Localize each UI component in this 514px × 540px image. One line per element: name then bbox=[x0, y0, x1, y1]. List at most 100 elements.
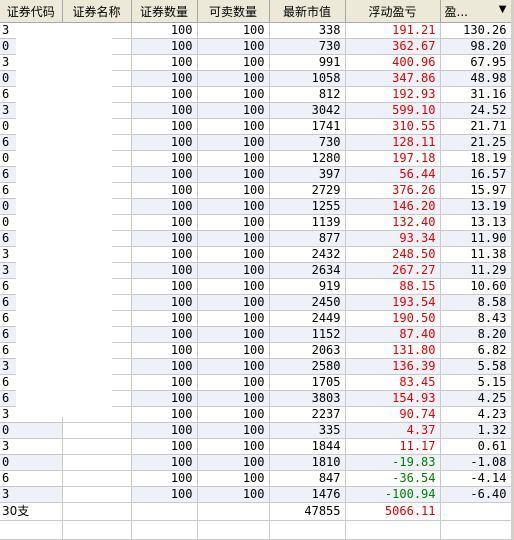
cell-pnl-pct: 6.82 bbox=[440, 342, 512, 359]
cell-sellable: 100 bbox=[197, 422, 270, 439]
cell-pnl-pct: 0.61 bbox=[440, 438, 512, 455]
summary-name-cell bbox=[62, 502, 132, 521]
cell-market-value: 991 bbox=[269, 54, 346, 71]
cell-pnl-pct: 11.90 bbox=[440, 230, 512, 247]
cell-market-value: 1152 bbox=[269, 326, 346, 343]
table-row[interactable]: 6 100 100 847 -36.54 -4.14 bbox=[0, 470, 512, 487]
cell-qty: 100 bbox=[131, 54, 198, 71]
cell-code: 0 bbox=[0, 422, 63, 439]
cell-pnl-pct: 21.71 bbox=[440, 118, 512, 135]
cell-pnl-pct: 1.32 bbox=[440, 422, 512, 439]
cell-sellable: 100 bbox=[197, 118, 270, 135]
cell-qty: 100 bbox=[131, 118, 198, 135]
cell-name bbox=[62, 486, 132, 503]
cell-sellable: 100 bbox=[197, 246, 270, 263]
cell-qty: 100 bbox=[131, 22, 198, 39]
cell-qty: 100 bbox=[131, 182, 198, 199]
blank-cell bbox=[440, 520, 512, 540]
cell-floating-pnl: 362.67 bbox=[345, 38, 441, 55]
table-row[interactable]: 0 100 100 1810 -19.83 -1.08 bbox=[0, 454, 512, 471]
cell-floating-pnl: 11.17 bbox=[345, 438, 441, 455]
cell-market-value: 1476 bbox=[269, 486, 346, 503]
cell-qty: 100 bbox=[131, 294, 198, 311]
col-header-code[interactable]: 证券代码 bbox=[0, 0, 63, 23]
cell-floating-pnl: 400.96 bbox=[345, 54, 441, 71]
cell-floating-pnl: 136.39 bbox=[345, 358, 441, 375]
cell-sellable: 100 bbox=[197, 214, 270, 231]
cell-sellable: 100 bbox=[197, 326, 270, 343]
cell-pnl-pct: 16.57 bbox=[440, 166, 512, 183]
cell-market-value: 847 bbox=[269, 470, 346, 487]
cell-market-value: 1058 bbox=[269, 70, 346, 87]
header-row: 证券代码 证券名称 证券数量 可卖数量 最新市值 浮动盈亏 盈... ▼ bbox=[0, 0, 512, 23]
cell-qty: 100 bbox=[131, 454, 198, 471]
cell-qty: 100 bbox=[131, 486, 198, 503]
summary-count: 30支 bbox=[0, 502, 63, 521]
cell-floating-pnl: 193.54 bbox=[345, 294, 441, 311]
redaction-overlay bbox=[16, 23, 112, 417]
cell-qty: 100 bbox=[131, 70, 198, 87]
col-header-qty[interactable]: 证券数量 bbox=[131, 0, 198, 23]
cell-market-value: 877 bbox=[269, 230, 346, 247]
cell-market-value: 2237 bbox=[269, 406, 346, 423]
cell-floating-pnl: 83.45 bbox=[345, 374, 441, 391]
cell-qty: 100 bbox=[131, 134, 198, 151]
col-header-pnl-pct[interactable]: 盈... ▼ bbox=[440, 0, 512, 23]
cell-sellable: 100 bbox=[197, 102, 270, 119]
table-row[interactable]: 3 100 100 1844 11.17 0.61 bbox=[0, 438, 512, 455]
col-header-sellable[interactable]: 可卖数量 bbox=[197, 0, 270, 23]
cell-qty: 100 bbox=[131, 406, 198, 423]
table-row[interactable]: 3 100 100 1476 -100.94 -6.40 bbox=[0, 486, 512, 503]
cell-sellable: 100 bbox=[197, 22, 270, 39]
cell-qty: 100 bbox=[131, 150, 198, 167]
cell-market-value: 3042 bbox=[269, 102, 346, 119]
cell-market-value: 2450 bbox=[269, 294, 346, 311]
cell-qty: 100 bbox=[131, 470, 198, 487]
cell-market-value: 1139 bbox=[269, 214, 346, 231]
cell-qty: 100 bbox=[131, 326, 198, 343]
summary-row: 30支 47855 5066.11 bbox=[0, 502, 512, 521]
cell-floating-pnl: -36.54 bbox=[345, 470, 441, 487]
cell-pnl-pct: 11.38 bbox=[440, 246, 512, 263]
cell-floating-pnl: 128.11 bbox=[345, 134, 441, 151]
cell-pnl-pct: 5.15 bbox=[440, 374, 512, 391]
cell-market-value: 1844 bbox=[269, 438, 346, 455]
cell-sellable: 100 bbox=[197, 358, 270, 375]
col-header-name[interactable]: 证券名称 bbox=[62, 0, 132, 23]
cell-market-value: 919 bbox=[269, 278, 346, 295]
cell-floating-pnl: 347.86 bbox=[345, 70, 441, 87]
cell-qty: 100 bbox=[131, 310, 198, 327]
cell-sellable: 100 bbox=[197, 406, 270, 423]
cell-market-value: 730 bbox=[269, 38, 346, 55]
cell-floating-pnl: 146.20 bbox=[345, 198, 441, 215]
cell-pnl-pct: 18.19 bbox=[440, 150, 512, 167]
cell-qty: 100 bbox=[131, 86, 198, 103]
cell-pnl-pct: 21.25 bbox=[440, 134, 512, 151]
cell-pnl-pct: 98.20 bbox=[440, 38, 512, 55]
blank-cell bbox=[197, 520, 270, 540]
cell-name bbox=[62, 438, 132, 455]
cell-sellable: 100 bbox=[197, 134, 270, 151]
cell-sellable: 100 bbox=[197, 166, 270, 183]
cell-sellable: 100 bbox=[197, 486, 270, 503]
blank-cell bbox=[62, 520, 132, 540]
cell-sellable: 100 bbox=[197, 374, 270, 391]
sort-desc-icon: ▼ bbox=[498, 3, 507, 15]
cell-floating-pnl: 132.40 bbox=[345, 214, 441, 231]
cell-market-value: 2729 bbox=[269, 182, 346, 199]
cell-pnl-pct: 15.97 bbox=[440, 182, 512, 199]
cell-floating-pnl: 87.40 bbox=[345, 326, 441, 343]
col-header-floating-pnl[interactable]: 浮动盈亏 bbox=[345, 0, 441, 23]
blank-cell bbox=[131, 520, 198, 540]
table-row[interactable]: 0 100 100 335 4.37 1.32 bbox=[0, 422, 512, 439]
cell-market-value: 730 bbox=[269, 134, 346, 151]
cell-pnl-pct: 8.43 bbox=[440, 310, 512, 327]
cell-pnl-pct: 13.13 bbox=[440, 214, 512, 231]
cell-pnl-pct: 48.98 bbox=[440, 70, 512, 87]
cell-qty: 100 bbox=[131, 262, 198, 279]
summary-sellable-cell bbox=[197, 502, 270, 521]
cell-floating-pnl: 599.10 bbox=[345, 102, 441, 119]
cell-floating-pnl: -100.94 bbox=[345, 486, 441, 503]
holdings-grid: 证券代码 证券名称 证券数量 可卖数量 最新市值 浮动盈亏 盈... ▼ 3 10… bbox=[0, 0, 514, 540]
col-header-market-value[interactable]: 最新市值 bbox=[269, 0, 346, 23]
